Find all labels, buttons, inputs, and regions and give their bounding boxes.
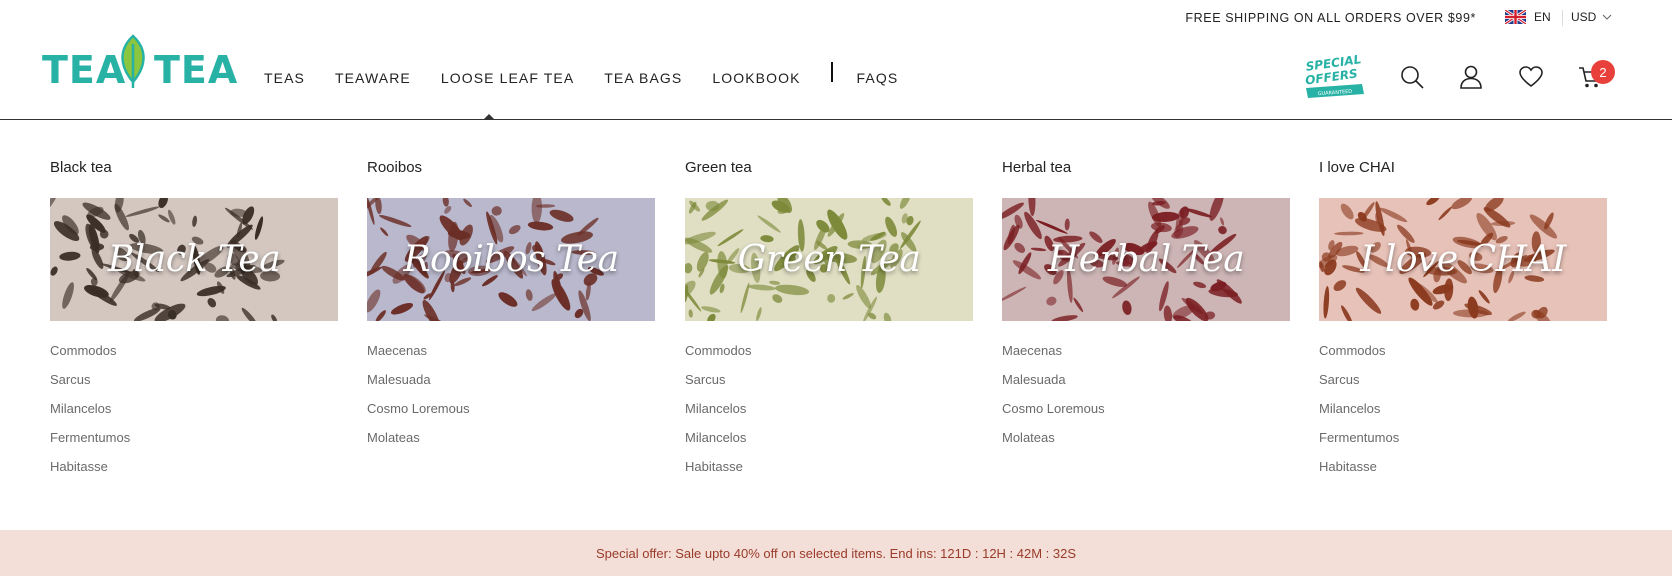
currency-selector[interactable]: USD (1571, 10, 1612, 24)
menu-link[interactable]: Maecenas (1002, 343, 1290, 372)
menu-link[interactable]: Molateas (1002, 430, 1290, 459)
special-offers-badge[interactable]: SPECIAL OFFERS GUARANTEED (1300, 52, 1370, 102)
nav-teaware[interactable]: TEAWARE (335, 70, 411, 86)
menu-link[interactable]: Milancelos (685, 401, 973, 430)
category-banner[interactable]: Green Tea (685, 198, 973, 321)
menu-link[interactable]: Sarcus (685, 372, 973, 401)
logo-text-left: TEA (42, 48, 127, 92)
category-links: Maecenas Malesuada Cosmo Loremous Molate… (1002, 343, 1290, 459)
column-title[interactable]: Green tea (685, 159, 973, 179)
menu-link[interactable]: Milancelos (1319, 401, 1607, 430)
special-offer-text: Special offer: Sale upto 40% off on sele… (595, 545, 1077, 561)
logo-text-right: TEA (154, 48, 239, 92)
nav-faqs[interactable]: FAQS (857, 70, 899, 86)
nav-divider (830, 62, 833, 82)
site-logo[interactable]: TEA TEA (42, 34, 237, 94)
column-title[interactable]: I love CHAI (1319, 159, 1607, 179)
menu-link[interactable]: Sarcus (1319, 372, 1607, 401)
banner-label: Green Tea (737, 239, 921, 280)
menu-column-green-tea: Green tea Green Tea Commodos Sarcus Mila… (685, 159, 973, 488)
menu-column-herbal-tea: Herbal tea Herbal Tea Maecenas Malesuada… (1002, 159, 1290, 459)
menu-link[interactable]: Milancelos (50, 401, 338, 430)
nav-lookbook[interactable]: LOOKBOOK (712, 70, 800, 86)
menu-link[interactable]: Habitasse (685, 459, 973, 488)
site-header: TEA TEA TEAS TEAWARE LOOSE LEAF TEA TEA … (0, 30, 1672, 120)
category-banner[interactable]: Rooibos Tea (367, 198, 655, 321)
search-icon[interactable] (1399, 64, 1425, 90)
mega-menu: Black tea Black Tea Commodos Sarcus Mila… (0, 121, 1672, 530)
category-links: Commodos Sarcus Milancelos Fermentumos H… (1319, 343, 1607, 488)
nav-teas[interactable]: TEAS (264, 70, 305, 86)
menu-link[interactable]: Habitasse (50, 459, 338, 488)
menu-column-rooibos: Rooibos Rooibos Tea Maecenas Malesuada C… (367, 159, 655, 459)
category-banner[interactable]: Black Tea (50, 198, 338, 321)
cart-count-badge: 2 (1591, 60, 1615, 84)
menu-link[interactable]: Cosmo Loremous (367, 401, 655, 430)
currency-label: USD (1571, 10, 1597, 24)
category-banner[interactable]: I love CHAI (1319, 198, 1607, 321)
menu-link[interactable]: Commodos (50, 343, 338, 372)
leaf-logo-icon (121, 34, 145, 88)
banner-label: Rooibos Tea (403, 239, 619, 280)
menu-link[interactable]: Malesuada (367, 372, 655, 401)
heart-icon[interactable] (1518, 64, 1544, 90)
active-menu-caret (483, 114, 495, 120)
menu-link[interactable]: Cosmo Loremous (1002, 401, 1290, 430)
uk-flag-icon (1505, 10, 1526, 24)
column-title[interactable]: Rooibos (367, 159, 655, 179)
column-title[interactable]: Herbal tea (1002, 159, 1290, 179)
menu-link[interactable]: Molateas (367, 430, 655, 459)
menu-link[interactable]: Commodos (685, 343, 973, 372)
user-icon[interactable] (1458, 64, 1484, 90)
nav-loose-leaf-tea[interactable]: LOOSE LEAF TEA (441, 70, 574, 86)
banner-label: Black Tea (107, 239, 281, 280)
category-banner[interactable]: Herbal Tea (1002, 198, 1290, 321)
menu-link[interactable]: Maecenas (367, 343, 655, 372)
special-offers-ribbon: GUARANTEED (1317, 89, 1352, 97)
chevron-down-icon (1602, 14, 1612, 20)
category-links: Commodos Sarcus Milancelos Fermentumos H… (50, 343, 338, 488)
nav-tea-bags[interactable]: TEA BAGS (604, 70, 682, 86)
language-selector[interactable]: EN (1505, 10, 1551, 24)
menu-link[interactable]: Commodos (1319, 343, 1607, 372)
menu-column-black-tea: Black tea Black Tea Commodos Sarcus Mila… (50, 159, 338, 488)
menu-link[interactable]: Fermentumos (1319, 430, 1607, 459)
column-title[interactable]: Black tea (50, 159, 338, 179)
language-label: EN (1534, 10, 1551, 24)
menu-link[interactable]: Fermentumos (50, 430, 338, 459)
topbar-divider (1562, 10, 1563, 26)
banner-label: Herbal Tea (1047, 239, 1245, 280)
menu-column-i-love-chai: I love CHAI I love CHAI Commodos Sarcus … (1319, 159, 1607, 488)
menu-link[interactable]: Habitasse (1319, 459, 1607, 488)
category-links: Maecenas Malesuada Cosmo Loremous Molate… (367, 343, 655, 459)
menu-link[interactable]: Malesuada (1002, 372, 1290, 401)
category-links: Commodos Sarcus Milancelos Milancelos Ha… (685, 343, 973, 488)
main-nav: TEAS TEAWARE LOOSE LEAF TEA TEA BAGS LOO… (264, 62, 928, 86)
menu-link[interactable]: Sarcus (50, 372, 338, 401)
free-shipping-notice: FREE SHIPPING ON ALL ORDERS OVER $99* (1185, 11, 1476, 25)
menu-link[interactable]: Milancelos (685, 430, 973, 459)
banner-label: I love CHAI (1360, 239, 1566, 280)
special-offer-bar: Special offer: Sale upto 40% off on sele… (0, 530, 1672, 576)
